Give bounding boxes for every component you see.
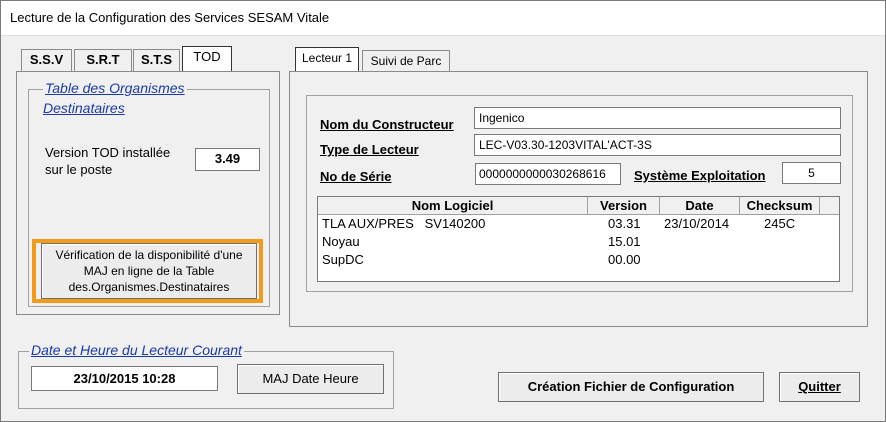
col-header-filler — [820, 197, 839, 215]
os-label: Système Exploitation — [634, 168, 766, 183]
row-date: 23/10/2014 — [664, 216, 730, 231]
row-version: 03.31 — [608, 216, 641, 231]
col-header-name[interactable]: Nom Logiciel — [318, 197, 588, 215]
row-name: Noyau — [322, 234, 360, 249]
row-name: TLA AUX/PRES SV140200 — [322, 216, 486, 231]
col-header-date[interactable]: Date — [660, 197, 740, 215]
tab-suivi-de-parc[interactable]: Suivi de Parc — [362, 50, 450, 72]
tab-sts[interactable]: S.T.S — [133, 49, 180, 72]
reader-type-field: LEC-V03.30-1203VITAL'ACT-3S — [474, 134, 841, 156]
serial-field: 0000000000030268616 — [475, 163, 621, 185]
serial-label: No de Série — [320, 169, 392, 184]
tab-lecteur-1[interactable]: Lecteur 1 — [295, 47, 359, 72]
datetime-group-title: Date et Heure du Lecteur Courant — [29, 342, 244, 358]
datetime-field: 23/10/2015 10:28 — [31, 366, 218, 391]
reader-type-label: Type de Lecteur — [320, 142, 419, 157]
row-checksum: 245C — [764, 216, 796, 231]
row-version: 15.01 — [608, 234, 641, 249]
window-title: Lecture de la Configuration des Services… — [10, 10, 330, 25]
create-config-button[interactable]: Création Fichier de Configuration — [498, 372, 764, 402]
col-header-checksum[interactable]: Checksum — [740, 197, 820, 215]
col-header-version[interactable]: Version — [588, 197, 660, 215]
tab-tod[interactable]: TOD — [182, 46, 232, 72]
update-datetime-button[interactable]: MAJ Date Heure — [237, 364, 384, 394]
row-version: 00.00 — [608, 252, 641, 267]
constructor-label: Nom du Constructeur — [320, 117, 454, 132]
tab-srt[interactable]: S.R.T — [74, 49, 132, 72]
tab-ssv[interactable]: S.S.V — [21, 49, 72, 72]
tod-group-title-2: Destinataires — [41, 100, 127, 116]
tod-version-label-2: sur le poste — [45, 162, 113, 177]
highlight-box — [32, 239, 263, 303]
tod-version-label-1: Version TOD installée — [45, 145, 171, 160]
tod-version-field: 3.49 — [195, 148, 260, 171]
main-window: Lecture de la Configuration des Services… — [0, 0, 886, 422]
quit-button[interactable]: Quitter — [779, 372, 860, 402]
os-field: 5 — [782, 162, 841, 184]
tod-group-title-1: Table des Organismes — [43, 80, 187, 96]
software-list[interactable]: Nom Logiciel Version Date Checksum TLA A… — [317, 196, 840, 282]
constructor-field: Ingenico — [474, 107, 841, 129]
title-bar: Lecture de la Configuration des Services… — [1, 1, 885, 36]
row-name: SupDC — [322, 252, 364, 267]
